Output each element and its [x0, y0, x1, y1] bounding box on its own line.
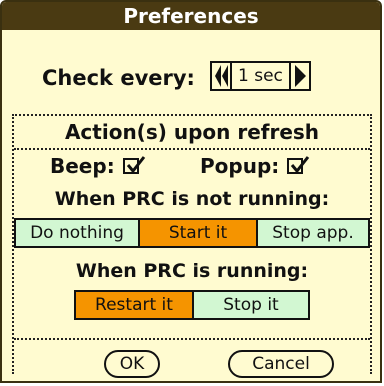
popup-label: Popup:: [200, 154, 280, 178]
beep-label: Beep:: [50, 154, 115, 178]
checkmark-icon: [291, 156, 310, 174]
refresh-actions-group: Action(s) upon refresh Beep: Popup: When…: [12, 114, 372, 374]
left-double-arrow-icon: [215, 65, 228, 87]
dialog-title: Preferences: [2, 2, 380, 30]
check-every-label: Check every:: [42, 66, 195, 90]
option-stop-app[interactable]: Stop app.: [258, 220, 368, 246]
running-selector: Restart it Stop it: [74, 290, 310, 320]
option-stop-it[interactable]: Stop it: [194, 292, 308, 318]
option-start-it[interactable]: Start it: [140, 220, 258, 246]
beep-option: Beep:: [50, 154, 145, 178]
not-running-header: When PRC is not running:: [54, 188, 330, 210]
option-restart-it[interactable]: Restart it: [76, 292, 194, 318]
popup-option: Popup:: [200, 154, 310, 178]
decrement-arrow-button[interactable]: [210, 61, 230, 91]
check-interval-value: 1 sec: [230, 61, 291, 91]
preferences-dialog: Preferences Check every: 1 sec Action(s)…: [0, 0, 382, 383]
dotted-divider: [14, 338, 370, 340]
ok-button[interactable]: OK: [104, 350, 160, 378]
right-arrow-icon: [294, 65, 306, 87]
increment-arrow-button[interactable]: [290, 61, 311, 91]
cancel-button[interactable]: Cancel: [228, 350, 334, 378]
actions-header: Action(s) upon refresh: [64, 120, 320, 144]
running-header: When PRC is running:: [75, 260, 309, 282]
check-interval-spinner: 1 sec: [210, 61, 311, 91]
not-running-selector: Do nothing Start it Stop app.: [14, 218, 370, 248]
checkmark-icon: [126, 156, 145, 174]
beep-checkbox[interactable]: [122, 156, 145, 174]
option-do-nothing[interactable]: Do nothing: [16, 220, 140, 246]
popup-checkbox[interactable]: [287, 156, 310, 174]
dotted-divider: [14, 148, 370, 150]
